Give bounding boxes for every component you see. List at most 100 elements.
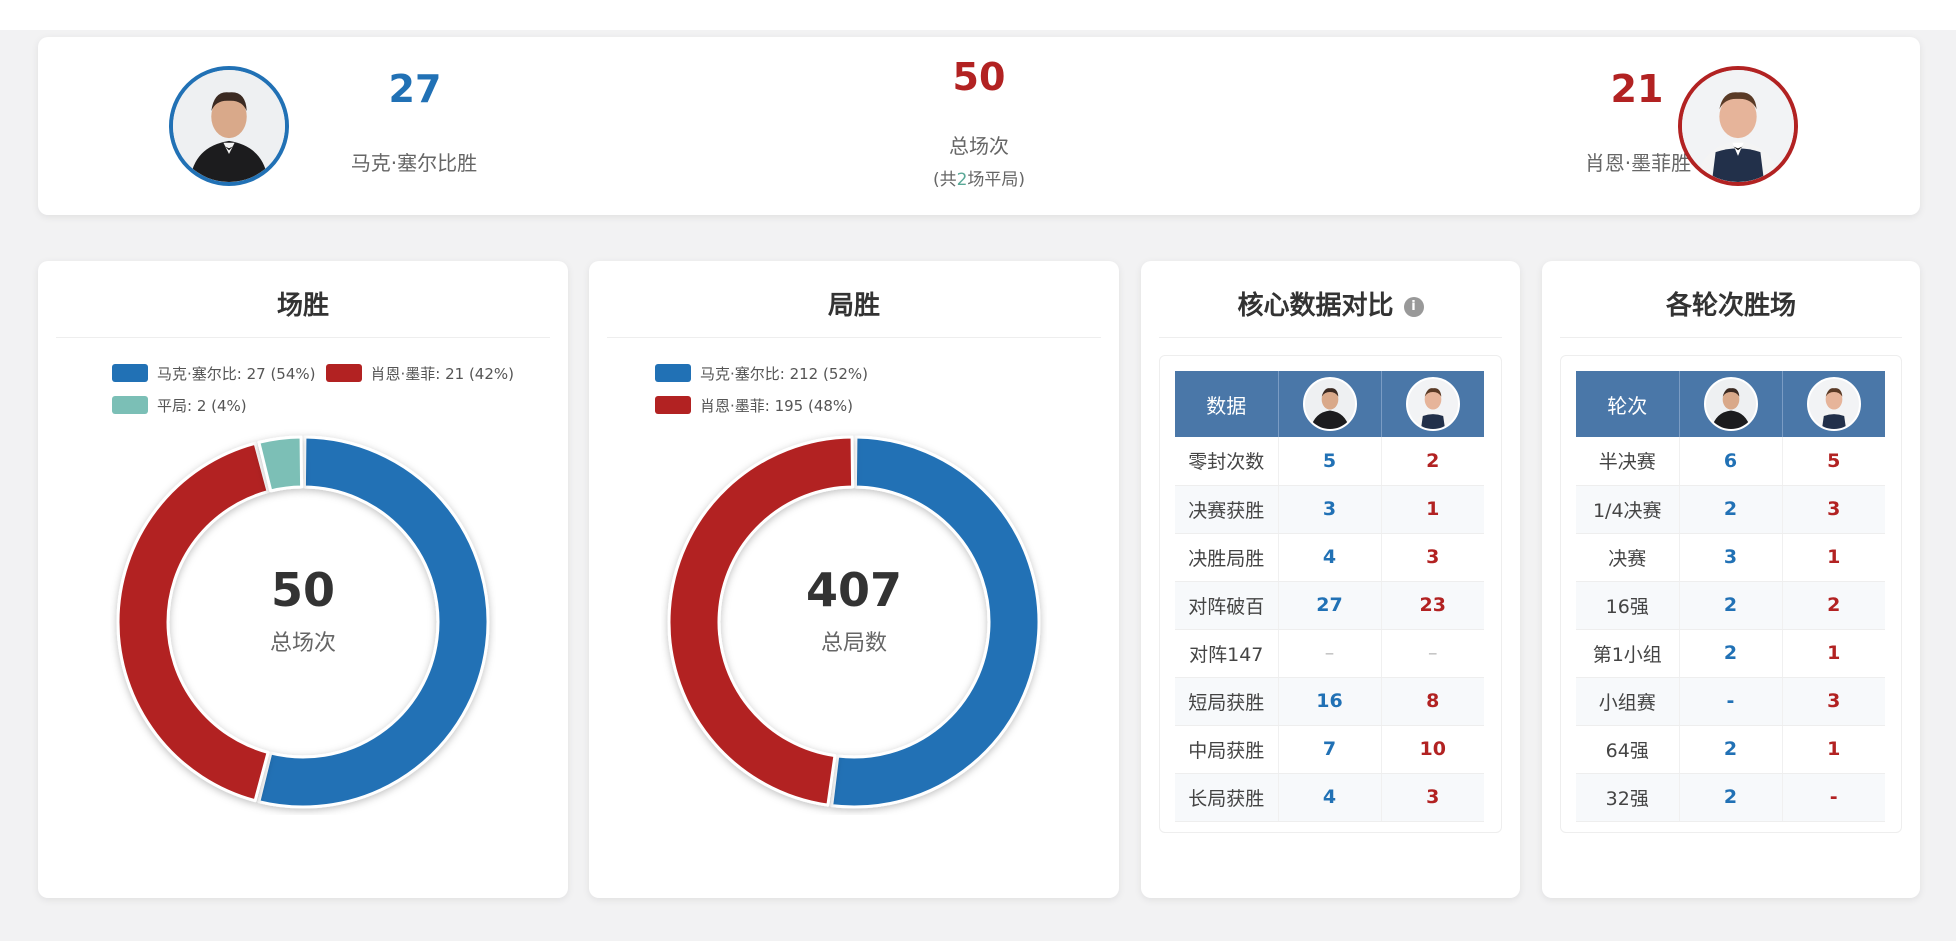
selby-value: 2 <box>1679 725 1783 774</box>
table-row: 16强 2 2 <box>1576 581 1885 630</box>
murphy-value: 3 <box>1381 533 1484 582</box>
total-matches-label: 总场次 <box>949 134 1009 158</box>
murphy-value: 3 <box>1782 485 1885 534</box>
row-label: 对阵147 <box>1175 629 1279 678</box>
frame-wins-center: 407 总局数 <box>589 563 1119 657</box>
murphy-value: 3 <box>1782 677 1885 726</box>
column-header-murphy <box>1381 371 1484 437</box>
legend-swatch <box>325 364 362 382</box>
legend-item-murphy[interactable]: 肖恩·墨菲: 21 (42%) <box>325 357 514 389</box>
row-label: 长局获胜 <box>1175 773 1279 822</box>
player-avatar-selby-icon <box>1302 377 1357 431</box>
murphy-value: 1 <box>1782 725 1885 774</box>
round-wins-table-wrapper: 轮次 半决赛 6 5 1/4决赛 2 3 决赛 3 1 16强 2 2 第1小组 2 1 小组赛 -3 64强 2 1… <box>1560 355 1902 833</box>
core-stats-table: 数据 零封次数 5 2 决赛获胜 3 1 决胜局胜 4 3 对阵破百 27 23 对阵147– – 短局获胜… <box>1175 371 1484 822</box>
murphy-value: 10 <box>1381 725 1484 774</box>
player-avatar-murphy-icon <box>1405 377 1460 431</box>
divider <box>56 337 550 338</box>
divider <box>607 337 1101 338</box>
round-wins-table: 轮次 半决赛 6 5 1/4决赛 2 3 决赛 3 1 16强 2 2 第1小组 2 1 小组赛 -3 64强 2 1… <box>1576 371 1885 822</box>
murphy-value: 2 <box>1381 437 1484 486</box>
table-row: 决赛获胜 3 1 <box>1175 485 1484 534</box>
table-row: 中局获胜 7 10 <box>1175 725 1484 774</box>
legend-swatch <box>655 396 691 414</box>
selby-value: 7 <box>1278 725 1382 774</box>
legend-item-murphy[interactable]: 肖恩·墨菲: 195 (48%) <box>655 389 853 421</box>
row-label: 小组赛 <box>1576 677 1680 726</box>
table-row: 半决赛 6 5 <box>1576 437 1885 486</box>
legend-item-selby[interactable]: 马克·塞尔比: 212 (52%) <box>655 357 868 389</box>
table-row: 第1小组 2 1 <box>1576 629 1885 678</box>
selby-value: 2 <box>1679 773 1783 822</box>
total-matches: 50 <box>952 55 1006 99</box>
match-wins-title: 场胜 <box>276 291 329 321</box>
row-label: 对阵破百 <box>1175 581 1279 630</box>
player-avatar-murphy-icon[interactable] <box>1678 66 1798 186</box>
row-label: 64强 <box>1576 725 1680 774</box>
murphy-value: 1 <box>1381 485 1484 534</box>
left-player-wins: 27 <box>388 67 442 111</box>
selby-value: 5 <box>1278 437 1382 486</box>
row-label: 决赛 <box>1576 533 1680 582</box>
table-row: 零封次数 5 2 <box>1175 437 1484 486</box>
murphy-value: 2 <box>1782 581 1885 630</box>
selby-value: 2 <box>1679 485 1783 534</box>
row-label: 16强 <box>1576 581 1680 630</box>
player-avatar-selby-icon[interactable] <box>169 66 289 186</box>
row-label: 32强 <box>1576 773 1680 822</box>
selby-value: - <box>1679 677 1783 726</box>
table-row: 决赛 3 1 <box>1576 533 1885 582</box>
table-row: 短局获胜 16 8 <box>1175 677 1484 726</box>
table-row: 对阵破百 27 23 <box>1175 581 1484 630</box>
column-header-selby <box>1278 371 1382 437</box>
core-stats-card: 核心数据对比 i 数据 零封次数 5 2 决赛获胜 3 1 决胜局胜 4 3 对阵破百 27 23 对阵1… <box>1141 261 1520 898</box>
round-wins-title: 各轮次胜场 <box>1665 291 1796 321</box>
draws-count: 2 <box>956 170 968 190</box>
info-icon[interactable]: i <box>1403 296 1424 317</box>
table-row: 对阵147– – <box>1175 629 1484 678</box>
legend-item-draw[interactable]: 平局: 2 (4%) <box>112 389 247 421</box>
match-wins-center-value: 50 <box>270 563 335 617</box>
selby-value: 2 <box>1679 581 1783 630</box>
selby-value: 3 <box>1278 485 1382 534</box>
frame-wins-center-label: 总局数 <box>820 631 887 656</box>
core-stats-title: 核心数据对比 i <box>1141 285 1520 322</box>
table-row: 小组赛 -3 <box>1576 677 1885 726</box>
murphy-value: 8 <box>1381 677 1484 726</box>
head-to-head-summary: 27 马克·塞尔比胜 50 总场次 (共2场平局) 21 肖恩·墨菲胜 <box>38 37 1920 215</box>
divider <box>1560 337 1902 338</box>
table-row: 长局获胜 4 3 <box>1175 773 1484 822</box>
murphy-value: - <box>1782 773 1885 822</box>
match-wins-center: 50 总场次 <box>38 563 568 657</box>
table-row: 1/4决赛 2 3 <box>1576 485 1885 534</box>
divider <box>1159 337 1502 338</box>
frame-wins-center-value: 407 <box>805 563 903 617</box>
column-header-stat: 数据 <box>1175 371 1279 437</box>
row-label: 决胜局胜 <box>1175 533 1279 582</box>
murphy-value: 23 <box>1381 581 1484 630</box>
selby-value: 4 <box>1278 773 1382 822</box>
row-label: 短局获胜 <box>1175 677 1279 726</box>
row-label: 第1小组 <box>1576 629 1680 678</box>
core-stats-table-wrapper: 数据 零封次数 5 2 决赛获胜 3 1 决胜局胜 4 3 对阵破百 27 23 对阵147– – 短局获胜… <box>1159 355 1502 833</box>
legend-swatch <box>112 396 148 414</box>
match-wins-card: 场胜 马克·塞尔比: 27 (54%) 肖恩·墨菲: 21 (42%) 平局: … <box>38 261 568 898</box>
selby-value: – <box>1278 629 1382 678</box>
legend-item-selby[interactable]: 马克·塞尔比: 27 (54%) <box>112 357 316 389</box>
row-label: 中局获胜 <box>1175 725 1279 774</box>
player-avatar-murphy-icon <box>1806 377 1861 431</box>
frame-wins-card: 局胜 马克·塞尔比: 212 (52%) 肖恩·墨菲: 195 (48%) 40… <box>589 261 1119 898</box>
selby-value: 4 <box>1278 533 1382 582</box>
selby-value: 16 <box>1278 677 1382 726</box>
murphy-value: 1 <box>1782 629 1885 678</box>
selby-value: 27 <box>1278 581 1382 630</box>
table-row: 64强 2 1 <box>1576 725 1885 774</box>
row-label: 决赛获胜 <box>1175 485 1279 534</box>
frame-wins-title: 局胜 <box>827 291 880 321</box>
draws-note: (共2场平局) <box>932 170 1026 190</box>
column-header-round: 轮次 <box>1576 371 1680 437</box>
match-wins-center-label: 总场次 <box>269 631 336 656</box>
row-label: 1/4决赛 <box>1576 485 1680 534</box>
row-label: 零封次数 <box>1175 437 1279 486</box>
match-wins-legend: 马克·塞尔比: 27 (54%) 肖恩·墨菲: 21 (42%) 平局: 2 (… <box>112 357 542 421</box>
